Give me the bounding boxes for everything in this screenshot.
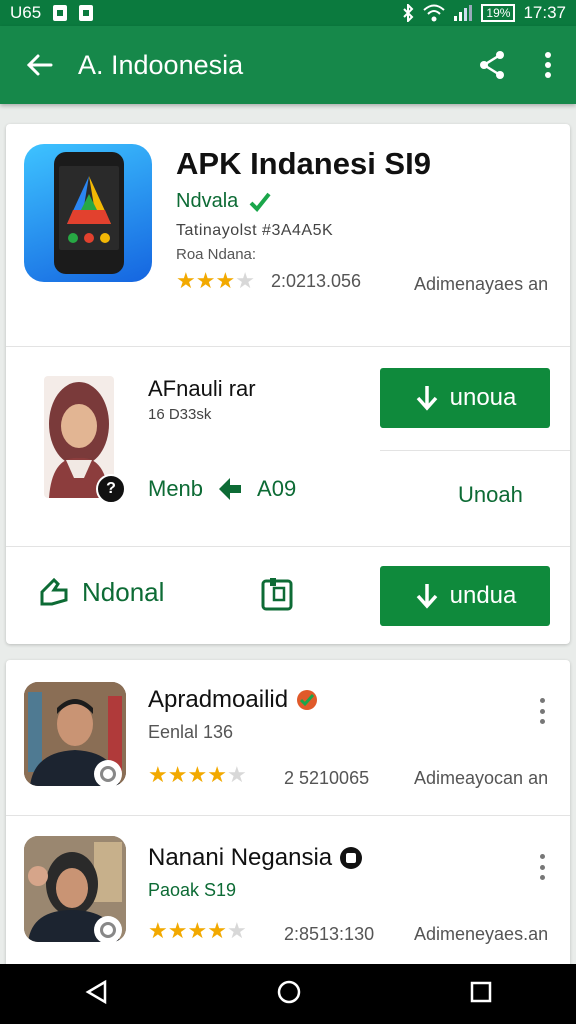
download-button-2[interactable]: undua	[380, 566, 550, 626]
back-button[interactable]	[0, 26, 78, 104]
list-rating: ★ ★ ★ ★ ★	[148, 764, 247, 786]
app-title: APK Indanesi SI9	[176, 146, 431, 181]
divider	[380, 450, 570, 451]
status-ring-icon	[94, 760, 122, 788]
download-icon	[416, 386, 437, 411]
more-vert-icon	[545, 52, 551, 78]
back-arrow-icon	[26, 54, 53, 76]
help-badge-icon[interactable]: ?	[96, 474, 126, 504]
battery-indicator: 19%	[481, 4, 516, 22]
more-vert-icon[interactable]	[532, 850, 552, 884]
more-vert-icon[interactable]	[532, 694, 552, 728]
list-item[interactable]: Apradmoailid Eenlal 136 ★ ★ ★ ★ ★ 2 5210…	[6, 660, 570, 815]
rating-count: 2 5210065	[284, 768, 370, 788]
overflow-menu-button[interactable]	[520, 26, 576, 104]
star-icon: ★	[207, 918, 227, 943]
status-time: 17:37	[523, 3, 566, 22]
star-icon: ★	[187, 762, 208, 787]
star-icon: ★	[167, 762, 188, 787]
rating-count: 2:8513:130	[284, 924, 375, 944]
download-label: unoua	[449, 384, 517, 411]
nav-home-button[interactable]	[276, 979, 302, 1010]
star-icon: ★	[207, 762, 227, 787]
status-bar: U65 19% 17:37	[0, 0, 576, 26]
system-nav-bar	[0, 964, 576, 1024]
page-title: A. Indoonesia	[78, 49, 244, 80]
list-title-row: Apradmoailid	[148, 686, 318, 714]
list-title-row: Nanani Negansia	[148, 844, 363, 872]
divider	[6, 346, 570, 347]
donate-label: Ndonal	[82, 576, 165, 607]
developer-row[interactable]: Ndvala	[176, 190, 272, 213]
share-button[interactable]	[464, 26, 520, 104]
list-subtitle: Eenlal 136	[148, 722, 234, 742]
star-icon: ★	[148, 918, 168, 943]
version-link[interactable]: Menb	[148, 476, 203, 502]
profile-sub: 16 D33sk	[148, 406, 212, 423]
rating-label: Adimenayaes an	[414, 274, 549, 294]
app-icon[interactable]	[24, 144, 152, 282]
nav-back-button[interactable]	[84, 979, 108, 1010]
star-icon: ★	[148, 762, 168, 787]
star-icon: ★	[187, 918, 208, 943]
signal-icon	[454, 5, 473, 21]
star-icon: ★	[167, 918, 188, 943]
list-title: Nanani Negansia	[148, 844, 333, 871]
notification-icon	[79, 5, 94, 21]
version-number: A09	[257, 476, 297, 501]
featured-app-card: APK Indanesi SI9 Ndvala Tatinayolst #3A4…	[6, 124, 570, 644]
list-item[interactable]: Nanani Negansia Paoak S19 ★ ★ ★ ★ ★ 2:85…	[6, 816, 570, 980]
app-info: Tatinayolst #3A4A5K	[176, 222, 334, 239]
wifi-icon	[423, 4, 446, 22]
status-left-text: U65	[10, 3, 42, 22]
download-label: undua	[449, 582, 517, 609]
star-icon: ★	[176, 268, 196, 293]
bookmark-icon	[261, 578, 293, 611]
nav-recents-icon	[470, 981, 492, 1002]
app-bar: A. Indoonesia	[0, 26, 576, 104]
rating-count: 2:0213.056	[270, 270, 362, 291]
rating-label: Adimeneyaes.an	[414, 924, 549, 944]
version-row[interactable]: Menb A09	[148, 476, 296, 502]
share-icon	[480, 51, 504, 79]
nav-home-icon	[277, 980, 301, 1003]
secondary-link[interactable]: Unoah	[458, 482, 523, 508]
list-rating: ★ ★ ★ ★ ★	[148, 920, 247, 942]
divider	[6, 546, 570, 547]
app-info-sub: Roa Ndana:	[176, 246, 257, 263]
nav-recents-button[interactable]	[470, 981, 492, 1008]
star-icon: ★	[226, 918, 247, 943]
status-ring-icon	[94, 916, 122, 944]
bluetooth-icon	[403, 4, 414, 22]
app-list-card: Apradmoailid Eenlal 136 ★ ★ ★ ★ ★ 2 5210…	[6, 660, 570, 980]
bookmark-button[interactable]	[260, 576, 294, 617]
thumb-icon	[219, 478, 242, 500]
app-rating: ★ ★ ★ ★ 2:0213.056	[176, 270, 361, 292]
verified-icon	[297, 690, 318, 710]
donate-button[interactable]: Ndonal	[38, 576, 164, 608]
notification-icon	[53, 5, 68, 21]
nav-back-icon	[85, 979, 107, 1004]
profile-name: AFnauli rar	[148, 376, 256, 401]
rating-label: Adimeayocan an	[414, 768, 549, 788]
list-subtitle: Paoak S19	[148, 880, 237, 900]
download-icon	[416, 584, 437, 609]
badge-icon	[340, 847, 363, 869]
star-icon: ★	[226, 762, 247, 787]
star-icon: ★	[215, 268, 236, 293]
developer-name[interactable]: Ndvala	[176, 190, 238, 213]
star-icon: ★	[195, 268, 216, 293]
phone-icon	[54, 152, 124, 274]
download-button[interactable]: unoua	[380, 368, 550, 428]
verified-icon	[249, 192, 271, 212]
thumb-icon	[40, 577, 68, 606]
star-icon: ★	[235, 268, 255, 293]
list-title: Apradmoailid	[148, 686, 289, 713]
